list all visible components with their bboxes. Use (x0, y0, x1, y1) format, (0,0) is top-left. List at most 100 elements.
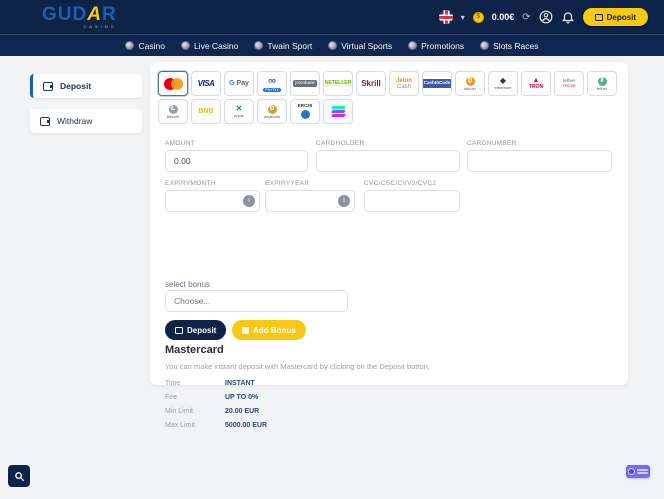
add-bonus-button[interactable]: Add Bonus (232, 320, 306, 340)
amount-label: AMOUNT (165, 140, 195, 147)
ethereum-icon: ◆ (500, 77, 506, 85)
cardnumber-input[interactable] (467, 150, 612, 172)
logo-text: GUDAR (42, 5, 117, 24)
header-controls: ▾ $ 0.00€ ⟳ Deposit (439, 8, 648, 26)
logo-subtext: CASINO (42, 25, 117, 29)
info-label-max-limit: Max Limit (165, 422, 195, 429)
wallet-icon (40, 117, 50, 126)
bonus-select[interactable]: Choose... (165, 290, 348, 312)
payment-method-neteller[interactable]: NETELLER (323, 71, 353, 96)
method-title: Mastercard (165, 344, 224, 356)
casino-icon (125, 41, 134, 50)
chevron-down-icon[interactable]: ▾ (461, 13, 465, 22)
top-bar: GUDAR CASINO ▾ $ 0.00€ ⟳ Deposit (0, 0, 664, 34)
payment-method-skrill[interactable]: Skrill (356, 71, 386, 96)
payment-method-bnb[interactable]: BNB (191, 99, 221, 124)
slots-races-icon (480, 41, 489, 50)
payment-method-erc20[interactable]: ERC20 (290, 99, 320, 124)
search-button[interactable] (8, 465, 30, 487)
payment-method-bitcoin[interactable]: ₿bitcoin (455, 71, 485, 96)
payment-method-ethereum[interactable]: ◆ethereum (488, 71, 518, 96)
wallet-icon (595, 14, 603, 21)
info-value-fee: UP TO 0% (225, 394, 258, 401)
tether-icon: ₮ (598, 77, 607, 86)
header-deposit-button[interactable]: Deposit (583, 8, 648, 26)
gift-icon (242, 327, 249, 334)
payment-method-solana[interactable] (323, 99, 353, 124)
info-icon: i (338, 195, 350, 207)
deposit-panel: VISA G Pay ∞PAYFIX jetonbank NETELLER Sk… (150, 62, 628, 385)
language-flag-icon[interactable] (439, 10, 453, 24)
method-description: You can make instant deposit with Master… (165, 362, 430, 371)
deposit-submit-button[interactable]: Deposit (165, 320, 226, 340)
payment-method-payfix[interactable]: ∞PAYFIX (257, 71, 287, 96)
payment-method-mastercard[interactable] (158, 71, 188, 96)
search-icon (14, 471, 25, 482)
mastercard-icon (164, 78, 183, 90)
live-casino-icon (181, 41, 190, 50)
virtual-sports-icon (328, 41, 337, 50)
payment-method-visa[interactable]: VISA (191, 71, 221, 96)
litecoin-icon: Ł (169, 105, 178, 114)
cvc-input[interactable] (364, 190, 460, 212)
page: GUDAR CASINO ▾ $ 0.00€ ⟳ Deposit Casino … (0, 0, 664, 499)
payment-method-dogecoin[interactable]: Ðdogecoin (257, 99, 287, 124)
payment-method-cashtocode[interactable]: CashtoCode (422, 71, 452, 96)
info-icon: i (243, 195, 255, 207)
cardholder-input[interactable] (316, 150, 460, 172)
select-bonus-label: select bonus (165, 280, 210, 289)
logo[interactable]: GUDAR CASINO (42, 5, 117, 29)
nav-item-twain-sport[interactable]: Twain Sport (254, 41, 312, 51)
info-value-max-limit: 5000.00 EUR (225, 422, 267, 429)
expirymonth-field: i (165, 190, 260, 212)
chat-lines-icon (637, 469, 648, 474)
twain-sport-icon (254, 41, 263, 50)
sidebar-item-withdraw[interactable]: Withdraw (30, 109, 142, 133)
payment-methods-grid: VISA G Pay ∞PAYFIX jetonbank NETELLER Sk… (158, 71, 620, 124)
bitcoin-icon: ₿ (466, 77, 475, 86)
expirymonth-label: EXPIRYMONTH (165, 180, 216, 187)
payment-method-jetonbank[interactable]: jetonbank (290, 71, 320, 96)
info-value-time: INSTANT (225, 380, 255, 387)
wallet-icon (43, 82, 53, 91)
chat-widget[interactable] (626, 465, 650, 478)
chat-avatar-icon (628, 468, 635, 475)
payment-method-google-pay[interactable]: G Pay (224, 71, 254, 96)
nav-item-live-casino[interactable]: Live Casino (181, 41, 238, 51)
nav-item-virtual-sports[interactable]: Virtual Sports (328, 41, 392, 51)
sidebar-item-deposit[interactable]: Deposit (30, 74, 142, 98)
payment-method-tether-trc20[interactable]: tetherTRC20 (554, 71, 584, 96)
cardnumber-label: CARDNUMBER (467, 140, 517, 147)
payment-method-ripple[interactable]: ✕ripple (224, 99, 254, 124)
profile-icon[interactable] (539, 10, 553, 24)
main-nav: Casino Live Casino Twain Sport Virtual S… (0, 34, 664, 56)
nav-item-casino[interactable]: Casino (125, 41, 164, 51)
cardholder-label: CARDHOLDER (316, 140, 365, 147)
coin-icon (301, 110, 310, 119)
promotions-icon (408, 41, 417, 50)
payment-method-jeton-cash[interactable]: JetonCash (389, 71, 419, 96)
info-label-min-limit: Min Limit (165, 408, 193, 415)
amount-input[interactable] (165, 150, 308, 172)
logo-bolt-accent: A (87, 4, 102, 25)
payment-method-litecoin[interactable]: Łlitecoin (158, 99, 188, 124)
cvc-label: CVC/CSC/CVV2/CVC2 (364, 180, 436, 187)
balance-amount: 0.00€ (492, 12, 515, 22)
solana-icon (332, 106, 345, 117)
cashier-sidebar: Deposit Withdraw (30, 74, 142, 133)
payfix-icon: ∞ (268, 76, 276, 87)
coin-icon: $ (473, 12, 484, 23)
notifications-bell-icon[interactable] (561, 10, 575, 24)
tron-icon: ▲ (533, 77, 540, 84)
dogecoin-icon: Ð (268, 105, 277, 114)
refresh-balance-icon[interactable]: ⟳ (522, 12, 530, 23)
nav-item-promotions[interactable]: Promotions (408, 41, 464, 51)
expiryyear-label: EXPIRYYEAR (265, 180, 309, 187)
info-value-min-limit: 20.00 EUR (225, 408, 259, 415)
payment-method-tether[interactable]: ₮tether (587, 71, 617, 96)
info-label-time: Time (165, 380, 180, 387)
nav-item-slots-races[interactable]: Slots Races (480, 41, 538, 51)
expiryyear-field: i (265, 190, 355, 212)
info-label-fee: Fee (165, 394, 177, 401)
payment-method-tron[interactable]: ▲TRON (521, 71, 551, 96)
